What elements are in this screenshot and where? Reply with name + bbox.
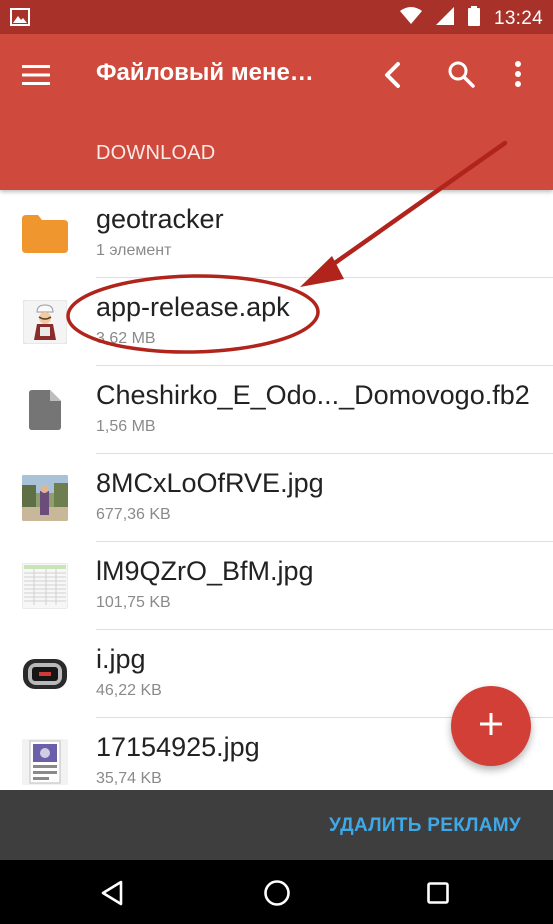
nav-back-icon[interactable] [100,880,124,911]
list-item[interactable]: lM9QZrO_BfM.jpg 101,75 KB [0,542,553,630]
nav-recents-icon[interactable] [427,882,449,909]
navigation-bar [0,860,553,924]
image-thumbnail [22,562,68,610]
file-meta: 3,62 MB [96,330,156,347]
back-arrow-icon[interactable] [378,60,408,95]
wifi-icon [399,7,422,30]
search-icon[interactable] [446,59,476,94]
file-name: geotracker [96,204,224,234]
image-thumbnail [22,738,68,786]
file-meta: 1,56 MB [96,418,156,435]
list-item[interactable]: geotracker 1 элемент [0,190,553,278]
folder-icon [22,210,68,258]
nav-home-icon[interactable] [263,879,291,912]
more-vert-icon[interactable] [514,61,522,92]
breadcrumb[interactable]: DOWNLOAD [96,142,215,165]
document-icon [22,386,68,434]
cellular-signal-icon [435,7,454,30]
image-notification-icon [10,8,30,31]
ad-bar: УДАЛИТЬ РЕКЛАМУ [0,790,553,860]
page-title: Файловый мене… [96,59,314,86]
add-button[interactable] [451,686,531,766]
file-name: 17154925.jpg [96,732,260,762]
file-meta: 677,36 KB [96,506,171,523]
file-name: app-release.apk [96,292,290,322]
file-name: Cheshirko_E_Odo..._Domovogo.fb2 [96,380,530,410]
app-bar: Файловый мене… DOWNLOAD [0,34,553,190]
add-icon [480,712,502,740]
file-meta: 46,22 KB [96,682,162,699]
image-thumbnail [22,474,68,522]
list-item[interactable]: app-release.apk 3,62 MB [0,278,553,366]
list-item[interactable]: Cheshirko_E_Odo..._Domovogo.fb2 1,56 MB [0,366,553,454]
status-time: 13:24 [493,7,543,29]
list-item[interactable]: 8MCxLoOfRVE.jpg 677,36 KB [0,454,553,542]
menu-icon[interactable] [22,64,52,86]
file-name: lM9QZrO_BfM.jpg [96,556,314,586]
file-meta: 101,75 KB [96,594,171,611]
image-thumbnail [22,650,68,698]
file-meta: 35,74 KB [96,770,162,787]
battery-icon [467,6,480,31]
file-meta: 1 элемент [96,242,172,259]
remove-ad-button[interactable]: УДАЛИТЬ РЕКЛАМУ [329,815,521,837]
file-name: i.jpg [96,644,146,674]
status-bar: 13:24 [0,0,553,34]
apk-app-icon [22,298,68,346]
file-name: 8MCxLoOfRVE.jpg [96,468,324,498]
